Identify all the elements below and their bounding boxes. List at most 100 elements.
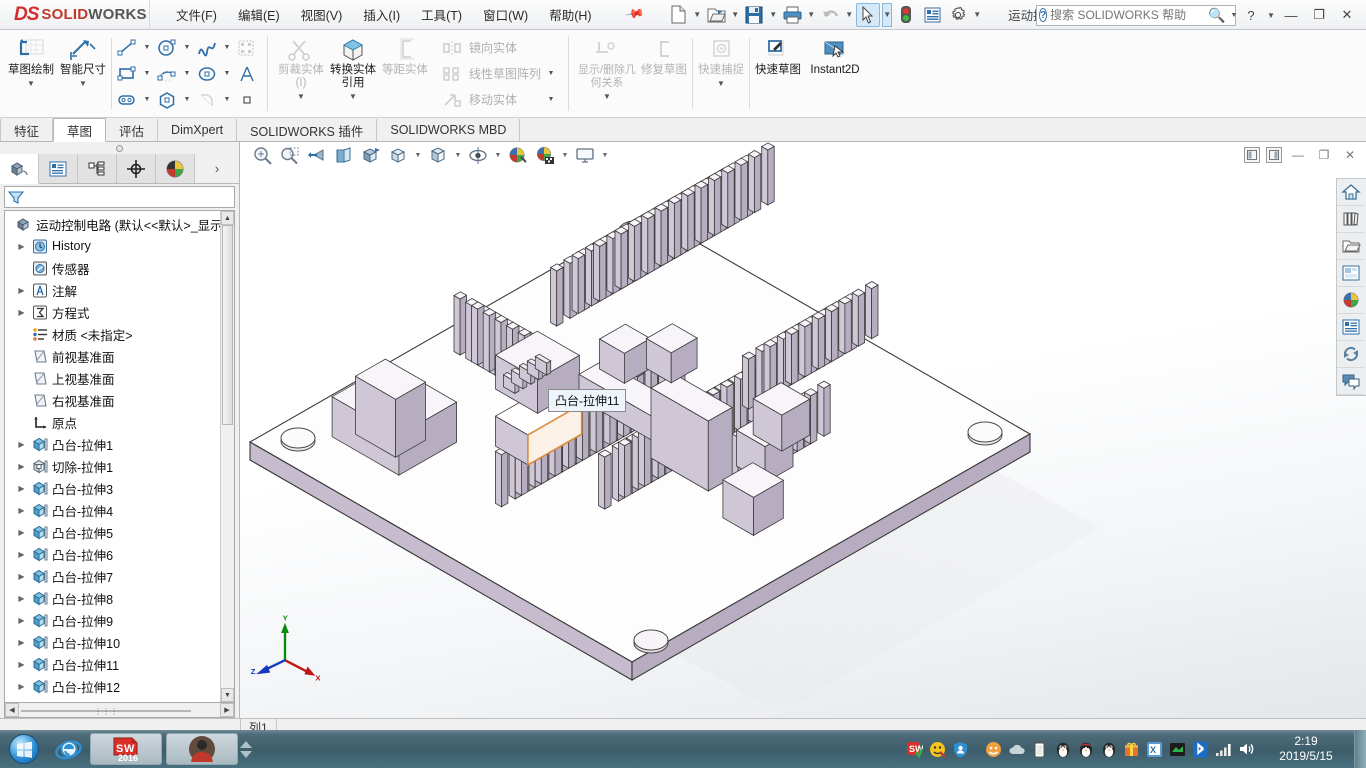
tree-horizontal-scrollbar[interactable]: ◀ ⋮⋮⋮ ▶ bbox=[4, 702, 235, 718]
offset-entities-button[interactable]: 等距实体 bbox=[379, 32, 431, 115]
circle-caret[interactable]: ▼ bbox=[181, 36, 193, 60]
menu-edit[interactable]: 编辑(E) bbox=[236, 2, 282, 27]
display-delete-relations-button[interactable]: 显示/删除几何关系 ▼ bbox=[576, 32, 638, 115]
tree-item-annotations[interactable]: ▶注解 bbox=[5, 279, 220, 301]
tray-network-app-icon[interactable] bbox=[1166, 730, 1189, 768]
sketch-button-caret[interactable]: ▼ bbox=[27, 79, 35, 88]
refresh-sync-icon[interactable] bbox=[1337, 341, 1365, 368]
tree-item-boss-extrude-7[interactable]: ▶凸台-拉伸7 bbox=[5, 565, 220, 587]
text-a-icon[interactable] bbox=[234, 62, 260, 86]
appearance-caret[interactable]: ▼ bbox=[492, 143, 504, 167]
tree-item-equations[interactable]: ▶方程式 bbox=[5, 301, 220, 323]
rapid-sketch-button[interactable]: 快速草图 bbox=[752, 32, 804, 115]
sketch-pattern-icon[interactable] bbox=[234, 36, 260, 60]
open-document-button[interactable] bbox=[704, 3, 728, 27]
expand-arrow-icon[interactable]: ▶ bbox=[15, 682, 28, 691]
expand-arrow-icon[interactable]: ▶ bbox=[15, 242, 28, 251]
hide-show-caret[interactable]: ▼ bbox=[452, 143, 464, 167]
tree-item-boss-extrude-4[interactable]: ▶凸台-拉伸4 bbox=[5, 499, 220, 521]
previous-view-icon[interactable] bbox=[304, 143, 330, 167]
appearance-eye-icon[interactable] bbox=[465, 143, 491, 167]
expand-arrow-icon[interactable]: ▶ bbox=[15, 572, 28, 581]
tree-item-boss-extrude-10[interactable]: ▶凸台-拉伸10 bbox=[5, 631, 220, 653]
tray-bluetooth-icon[interactable] bbox=[1189, 730, 1212, 768]
tree-item-cut-extrude-1[interactable]: ▶切除-拉伸1 bbox=[5, 455, 220, 477]
help-button[interactable]: ? bbox=[1238, 2, 1264, 28]
taskbar-clock[interactable]: 2:19 2019/5/15 bbox=[1258, 734, 1354, 764]
convert-entities-button[interactable]: 转换实体引用 ▼ bbox=[327, 32, 379, 115]
save-button[interactable] bbox=[742, 3, 766, 27]
minimize-document-button[interactable]: — bbox=[1288, 145, 1308, 165]
view-settings-caret[interactable]: ▼ bbox=[559, 143, 571, 167]
print-caret[interactable]: ▼ bbox=[806, 3, 816, 27]
trim-entities-caret[interactable]: ▼ bbox=[297, 92, 305, 101]
point-icon[interactable] bbox=[234, 88, 260, 112]
zoom-fit-icon[interactable] bbox=[250, 143, 276, 167]
file-explorer-folder-icon[interactable] bbox=[1337, 233, 1365, 260]
feature-manager-tab[interactable] bbox=[0, 154, 39, 184]
move-entities-caret[interactable]: ▼ bbox=[545, 88, 557, 112]
select-button[interactable] bbox=[856, 3, 880, 27]
tray-qq-penguin-1-icon[interactable] bbox=[1051, 730, 1074, 768]
search-input[interactable] bbox=[1050, 8, 1205, 22]
tray-qq-penguin-2-icon[interactable] bbox=[1074, 730, 1097, 768]
tray-security-icon[interactable] bbox=[949, 730, 972, 768]
windows-start-icon[interactable] bbox=[0, 730, 48, 768]
ie-icon[interactable] bbox=[48, 730, 88, 768]
scroll-up-button[interactable]: ▲ bbox=[221, 211, 234, 225]
tree-vertical-scrollbar[interactable]: ▲ ▼ bbox=[220, 211, 234, 702]
scroll-thumb[interactable] bbox=[222, 225, 233, 425]
tree-item-boss-extrude-1[interactable]: ▶凸台-拉伸1 bbox=[5, 433, 220, 455]
close-button[interactable]: ✕ bbox=[1334, 2, 1360, 28]
tray-solidworks-icon[interactable]: SW bbox=[903, 730, 926, 768]
tree-item-top-plane[interactable]: ▶上视基准面 bbox=[5, 367, 220, 389]
tab-solidworks-mbd[interactable]: SOLIDWORKS MBD bbox=[377, 119, 520, 141]
print-button[interactable] bbox=[780, 3, 804, 27]
sketch-fillet-icon[interactable] bbox=[194, 88, 220, 112]
slot-icon[interactable] bbox=[114, 88, 140, 112]
expand-arrow-icon[interactable]: ▶ bbox=[15, 638, 28, 647]
tile-right-icon[interactable] bbox=[1266, 147, 1282, 163]
quick-snaps-button[interactable]: 快速捕捉 ▼ bbox=[695, 32, 747, 115]
file-properties-button[interactable] bbox=[920, 3, 944, 27]
undo-caret[interactable]: ▼ bbox=[844, 3, 854, 27]
tree-item-origin[interactable]: ▶原点 bbox=[5, 411, 220, 433]
tree-item-boss-extrude-8[interactable]: ▶凸台-拉伸8 bbox=[5, 587, 220, 609]
expand-arrow-icon[interactable]: ▶ bbox=[15, 286, 28, 295]
trim-entities-button[interactable]: 剪裁实体(I) ▼ bbox=[275, 32, 327, 115]
options-caret[interactable]: ▼ bbox=[972, 3, 982, 27]
tray-antivirus-icon[interactable] bbox=[926, 730, 949, 768]
save-caret[interactable]: ▼ bbox=[768, 3, 778, 27]
panel-pin[interactable] bbox=[0, 142, 239, 154]
show-desktop-button[interactable] bbox=[1354, 730, 1366, 768]
line-caret[interactable]: ▼ bbox=[141, 36, 153, 60]
menu-help[interactable]: 帮助(H) bbox=[547, 2, 593, 27]
expand-arrow-icon[interactable]: ▶ bbox=[15, 462, 28, 471]
smart-dimension-caret[interactable]: ▼ bbox=[79, 79, 87, 88]
section-view-icon[interactable] bbox=[331, 143, 357, 167]
minimize-button[interactable]: — bbox=[1278, 2, 1304, 28]
convert-entities-caret[interactable]: ▼ bbox=[349, 92, 357, 101]
expand-arrow-icon[interactable]: ▶ bbox=[15, 550, 28, 559]
feature-tree[interactable]: ▶ 运动控制电路 (默认<<默认>_显示状 ▶History▶传感器▶注解▶方程… bbox=[4, 210, 235, 702]
display-manager-tab[interactable] bbox=[156, 154, 195, 183]
custom-properties-list-icon[interactable] bbox=[1337, 314, 1365, 341]
expand-arrow-icon[interactable]: ▶ bbox=[15, 528, 28, 537]
spline-icon[interactable] bbox=[194, 36, 220, 60]
feature-tree-filter[interactable] bbox=[4, 186, 235, 208]
tree-item-sensors[interactable]: ▶传感器 bbox=[5, 257, 220, 279]
relations-caret[interactable]: ▼ bbox=[603, 92, 611, 101]
new-document-button[interactable] bbox=[666, 3, 690, 27]
tray-notify-icon[interactable] bbox=[982, 730, 1005, 768]
tray-battery-icon[interactable] bbox=[1028, 730, 1051, 768]
configuration-manager-tab[interactable] bbox=[78, 154, 117, 183]
tree-item-right-plane[interactable]: ▶右视基准面 bbox=[5, 389, 220, 411]
tree-item-front-plane[interactable]: ▶前视基准面 bbox=[5, 345, 220, 367]
expand-arrow-icon[interactable]: ▶ bbox=[15, 506, 28, 515]
tab-dimxpert[interactable]: DimXpert bbox=[158, 119, 237, 141]
ellipse-caret[interactable]: ▼ bbox=[221, 62, 233, 86]
slot-caret[interactable]: ▼ bbox=[141, 88, 153, 112]
hscroll-thumb[interactable]: ⋮⋮⋮ bbox=[21, 710, 191, 712]
tab-sketch[interactable]: 草图 bbox=[53, 118, 106, 142]
property-manager-tab[interactable] bbox=[39, 154, 78, 183]
